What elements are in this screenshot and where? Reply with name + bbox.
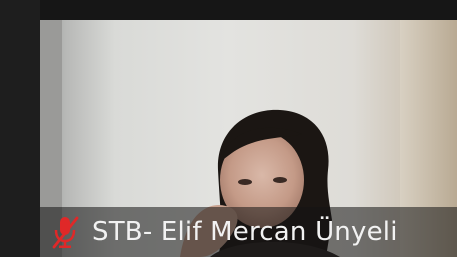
participant-name-bar: STB- Elif Mercan Ünyeli [40,207,457,257]
video-window: STB- Elif Mercan Ünyeli [0,0,457,257]
participant-name-label: STB- Elif Mercan Ünyeli [92,217,398,247]
window-top-bar [0,0,457,20]
microphone-muted-icon[interactable] [48,212,82,252]
window-left-edge [0,0,40,257]
